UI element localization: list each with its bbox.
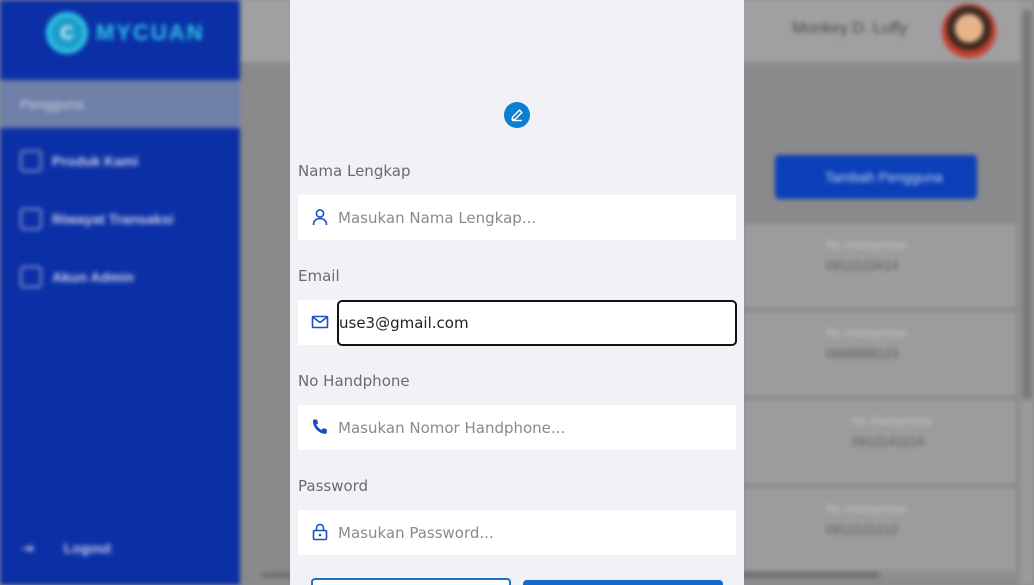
table-row[interactable]: No Handphone 0812141214	[744, 400, 1016, 484]
phone-field	[298, 405, 736, 450]
row-label: No Handphone	[826, 502, 907, 516]
brand-logo: C	[46, 12, 88, 54]
password-field-label: Password	[298, 477, 369, 495]
name-input[interactable]	[338, 195, 734, 240]
users-icon	[20, 266, 42, 288]
name-field	[298, 195, 736, 240]
brand-name: MYCUAN	[96, 20, 205, 45]
password-input[interactable]	[338, 510, 734, 555]
phone-icon	[310, 417, 330, 437]
row-label: No Handphone	[826, 238, 907, 252]
pencil-icon[interactable]	[504, 102, 530, 128]
logout-button[interactable]: ⇥ Logout	[22, 540, 111, 557]
row-value: 0812121212	[826, 522, 899, 537]
table-row[interactable]: No Handphone 0812123414	[744, 224, 1016, 308]
sidebar-item-label: Pengguna	[20, 96, 84, 112]
row-label: No Handphone	[852, 414, 933, 428]
cancel-button[interactable]	[311, 578, 511, 585]
save-button[interactable]	[523, 580, 723, 585]
sidebar-item-admin[interactable]: Akun Admin	[20, 266, 134, 288]
sidebar-item-label: Produk Kami	[52, 153, 139, 169]
lock-icon	[310, 522, 330, 542]
add-user-button[interactable]: Tambah Pengguna	[775, 155, 977, 199]
sidebar-item-active[interactable]: Pengguna	[0, 80, 240, 128]
row-label: No Handphone	[826, 326, 907, 340]
sidebar-item-label: Akun Admin	[52, 269, 134, 285]
calendar-icon	[20, 150, 42, 172]
phone-input[interactable]	[338, 405, 734, 450]
table-row[interactable]: No Handphone 0888888123	[744, 312, 1016, 396]
row-value: 0812141214	[852, 434, 925, 449]
sidebar-item-riwayat[interactable]: Riwayat Transaksi	[20, 208, 173, 230]
history-icon	[20, 208, 42, 230]
email-field	[298, 300, 737, 346]
mail-icon	[310, 312, 330, 332]
user-name: Monkey D. Luffy	[792, 20, 908, 37]
name-field-label: Nama Lengkap	[298, 162, 411, 180]
email-field-label: Email	[298, 267, 340, 285]
edit-user-modal: Nama Lengkap Email No Handphone	[290, 0, 744, 585]
password-field	[298, 510, 736, 555]
logout-label: Logout	[63, 540, 112, 556]
row-value: 0888888123	[826, 346, 899, 361]
sidebar-item-label: Riwayat Transaksi	[52, 211, 174, 227]
brand: C MYCUAN	[46, 12, 205, 54]
row-value: 0812123414	[826, 258, 899, 273]
user-icon	[310, 207, 330, 227]
avatar[interactable]	[942, 4, 996, 58]
scrollbar-thumb[interactable]	[1022, 10, 1032, 400]
table-row[interactable]: No Handphone 0812121212	[744, 488, 1016, 572]
email-input[interactable]	[337, 300, 737, 346]
sidebar-item-produk[interactable]: Produk Kami	[20, 150, 138, 172]
logout-icon: ⇥	[22, 540, 34, 556]
phone-field-label: No Handphone	[298, 372, 410, 390]
